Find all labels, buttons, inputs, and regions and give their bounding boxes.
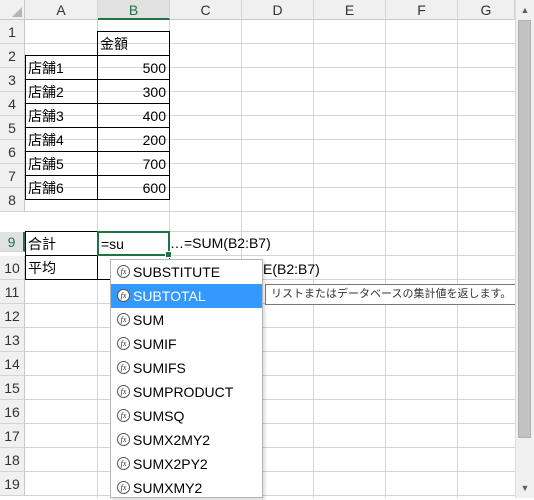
row-header-8[interactable]: 8 — [0, 188, 25, 212]
autocomplete-item-label: SUMXMY2 — [133, 480, 203, 496]
autocomplete-item-subtotal[interactable]: fx SUBTOTAL — [111, 284, 262, 308]
scroll-down-icon[interactable]: ▼ — [517, 480, 533, 496]
row-header-19[interactable]: 19 — [0, 472, 25, 496]
cell-b5-text: 200 — [142, 132, 166, 148]
row-header-14[interactable]: 14 — [0, 352, 25, 376]
gridline — [25, 447, 515, 448]
cell-a9-text: 合計 — [28, 236, 56, 252]
fx-icon: fx — [117, 385, 130, 398]
autocomplete-item-label: SUMPRODUCT — [133, 384, 234, 400]
row-header-15[interactable]: 15 — [0, 376, 25, 400]
gridline — [25, 211, 515, 212]
autocomplete-item-label: SUMIFS — [133, 360, 186, 376]
cell-a10-text: 平均 — [28, 260, 56, 276]
cell-a5-text: 店舗4 — [28, 132, 64, 148]
row-header-5[interactable]: 5 — [0, 116, 25, 140]
scrollbar-thumb[interactable] — [518, 20, 531, 438]
fx-icon: fx — [117, 289, 130, 302]
autocomplete-item-sumproduct[interactable]: fx SUMPRODUCT — [111, 380, 262, 404]
cell-b2-text: 500 — [142, 60, 166, 76]
row-header-12[interactable]: 12 — [0, 304, 25, 328]
autocomplete-item-sumifs[interactable]: fx SUMIFS — [111, 356, 262, 380]
cell-a6-text: 店舗5 — [28, 156, 64, 172]
row-header-1[interactable]: 1 — [0, 20, 25, 44]
fx-icon: fx — [117, 457, 130, 470]
gridline — [25, 495, 515, 496]
autocomplete-item-label: SUMIF — [133, 336, 177, 352]
gridline — [25, 399, 515, 400]
fx-icon: fx — [117, 361, 130, 374]
fx-icon: fx — [117, 265, 130, 278]
select-all-triangle-icon — [12, 7, 22, 17]
autocomplete-item-sum[interactable]: fx SUM — [111, 308, 262, 332]
cell-a7-text: 店舗6 — [28, 180, 64, 196]
vertical-scrollbar[interactable]: ▲ ▼ — [515, 0, 534, 498]
column-header-c[interactable]: C — [170, 0, 242, 20]
autocomplete-item-label: SUM — [133, 312, 165, 328]
autocomplete-item-sumxmy2[interactable]: fx SUMXMY2 — [111, 476, 262, 500]
row-header-9[interactable]: 9 — [0, 232, 25, 252]
cell-b3-text: 300 — [142, 84, 166, 100]
autocomplete-item-sumx2py2[interactable]: fx SUMX2PY2 — [111, 452, 262, 476]
cell-b1-text: 金額 — [100, 36, 128, 52]
fx-icon: fx — [117, 409, 130, 422]
gridline — [25, 351, 515, 352]
function-description-tooltip: リストまたはデータベースの集計値を返します。 — [265, 284, 518, 305]
row-header-4[interactable]: 4 — [0, 92, 25, 116]
row-header-11[interactable]: 11 — [0, 280, 25, 304]
row-header-2[interactable]: 2 — [0, 44, 25, 68]
column-header-d[interactable]: D — [242, 0, 314, 20]
fx-icon: fx — [117, 481, 130, 494]
gridline — [25, 471, 515, 472]
spreadsheet: A B C D E F G 1 2 3 4 5 6 7 8 9 10 11 12… — [0, 0, 534, 498]
cell-c10-visible-text: E(B2:B7) — [263, 261, 320, 277]
row-header-7[interactable]: 7 — [0, 164, 25, 188]
fx-icon: fx — [117, 433, 130, 446]
fx-icon: fx — [117, 337, 130, 350]
row-header-16[interactable]: 16 — [0, 400, 25, 424]
row-header-10[interactable]: 10 — [0, 256, 25, 280]
column-header-b[interactable]: B — [98, 0, 170, 20]
cell-b4-text: 400 — [142, 108, 166, 124]
cell-a4-text: 店舗3 — [28, 108, 64, 124]
row-header-13[interactable]: 13 — [0, 328, 25, 352]
row-header-3[interactable]: 3 — [0, 68, 25, 92]
select-all-corner[interactable] — [0, 0, 25, 20]
row-header-17[interactable]: 17 — [0, 424, 25, 448]
column-header-g[interactable]: G — [458, 0, 515, 20]
autocomplete-item-label: SUBSTITUTE — [133, 264, 221, 280]
autocomplete-item-label: SUMX2PY2 — [133, 456, 208, 472]
autocomplete-item-substitute[interactable]: fx SUBSTITUTE — [111, 260, 262, 284]
function-autocomplete-list[interactable]: fx SUBSTITUTE fx SUBTOTAL fx SUM fx SUMIF fx… — [110, 259, 263, 498]
autocomplete-item-sumsq[interactable]: fx SUMSQ — [111, 404, 262, 428]
gridline — [25, 327, 515, 328]
cell-b9-editing-text: =su — [101, 236, 124, 252]
row-header-18[interactable]: 18 — [0, 448, 25, 472]
cell-c9-text: …=SUM(B2:B7) — [170, 235, 271, 251]
cell-a3-text: 店舗2 — [28, 84, 64, 100]
autocomplete-item-sumx2my2[interactable]: fx SUMX2MY2 — [111, 428, 262, 452]
fx-icon: fx — [117, 313, 130, 326]
autocomplete-item-sumif[interactable]: fx SUMIF — [111, 332, 262, 356]
autocomplete-item-label: SUMSQ — [133, 408, 185, 424]
row-header-6[interactable]: 6 — [0, 140, 25, 164]
column-header-f[interactable]: F — [386, 0, 458, 20]
autocomplete-item-label: SUMX2MY2 — [133, 432, 211, 448]
column-header-a[interactable]: A — [25, 0, 98, 20]
autocomplete-item-label: SUBTOTAL — [133, 288, 206, 304]
cell-a2-text: 店舗1 — [28, 60, 64, 76]
cell-b6-text: 700 — [142, 156, 166, 172]
gridline — [25, 375, 515, 376]
scroll-up-icon[interactable]: ▲ — [517, 2, 533, 18]
column-header-e[interactable]: E — [314, 0, 386, 20]
gridline — [25, 423, 515, 424]
cell-b7-text: 600 — [142, 180, 166, 196]
